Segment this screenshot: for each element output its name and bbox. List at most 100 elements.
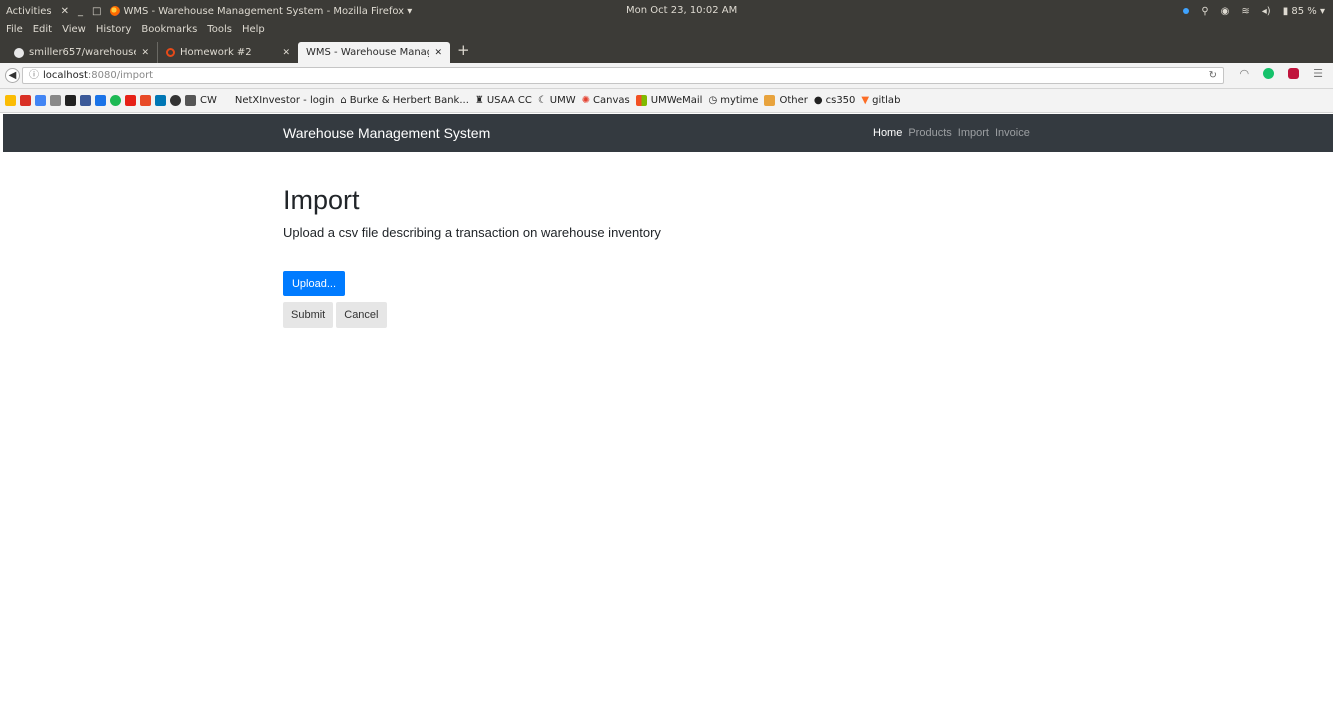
close-tab-icon[interactable]: ✕ bbox=[282, 48, 290, 58]
menu-view[interactable]: View bbox=[62, 24, 86, 35]
clock[interactable]: Mon Oct 23, 10:02 AM bbox=[626, 0, 737, 22]
cancel-button[interactable]: Cancel bbox=[336, 302, 387, 328]
bookmark-cw[interactable]: CW bbox=[200, 95, 217, 106]
bookmark-label: Canvas bbox=[593, 95, 630, 106]
menu-help[interactable]: Help bbox=[242, 24, 265, 35]
info-icon[interactable]: ⓘ bbox=[29, 70, 39, 81]
close-tab-icon[interactable]: ✕ bbox=[141, 48, 149, 58]
activities-button[interactable]: Activities bbox=[6, 6, 52, 17]
page-title: Import bbox=[283, 185, 360, 215]
youtube-icon[interactable] bbox=[125, 95, 136, 106]
bookmark-label: Other bbox=[779, 95, 808, 106]
bookmark-usaa[interactable]: ♜ USAA CC bbox=[475, 95, 532, 106]
bookmark-icon[interactable] bbox=[50, 95, 61, 106]
loading-icon bbox=[166, 48, 175, 57]
battery-icon: ▮ bbox=[1282, 5, 1289, 17]
bookmark-icon[interactable] bbox=[140, 95, 151, 106]
nav-home[interactable]: Home bbox=[873, 114, 902, 152]
bookmarks-toolbar: CW NetXInvestor - login ⌂ Burke & Herbert… bbox=[0, 89, 1333, 113]
close-tab-icon[interactable]: ✕ bbox=[434, 48, 442, 58]
menu-bookmarks[interactable]: Bookmarks bbox=[141, 24, 197, 35]
amazon-icon[interactable] bbox=[65, 95, 76, 106]
bank-icon: ⌂ bbox=[340, 95, 347, 106]
umw-icon: ☾ bbox=[537, 95, 547, 106]
github-icon[interactable] bbox=[170, 95, 181, 106]
menu-file[interactable]: File bbox=[6, 24, 23, 35]
bookmark-label: Burke & Herbert Bank... bbox=[349, 95, 469, 106]
tab-label: WMS - Warehouse Manage bbox=[306, 47, 430, 58]
window-maximize-icon[interactable]: □ bbox=[92, 6, 101, 17]
bookmark-other[interactable]: Other bbox=[764, 95, 808, 106]
bookmark-cs350[interactable]: ● cs350 bbox=[814, 95, 856, 106]
bookmark-burke-herbert[interactable]: ⌂ Burke & Herbert Bank... bbox=[340, 95, 469, 106]
bookmark-gitlab[interactable]: ▼ gitlab bbox=[861, 95, 900, 106]
bookmark-umw[interactable]: ☾ UMW bbox=[538, 95, 576, 106]
menu-bar: File Edit View History Bookmarks Tools H… bbox=[0, 22, 1333, 37]
bookmark-netxinvestor[interactable]: NetXInvestor - login bbox=[235, 95, 334, 106]
gmail-icon[interactable] bbox=[20, 95, 31, 106]
system-top-bar: Activities ✕ _ □ WMS - Warehouse Managem… bbox=[0, 0, 1333, 22]
battery-text: 85 % bbox=[1291, 5, 1317, 17]
nav-products[interactable]: Products bbox=[908, 114, 951, 152]
bookmark-label: USAA CC bbox=[486, 95, 532, 106]
submit-button[interactable]: Submit bbox=[283, 302, 334, 328]
tab-homework[interactable]: Homework #2 ✕ bbox=[158, 42, 298, 63]
folder-icon bbox=[764, 95, 776, 106]
wifi-icon[interactable]: ≋ bbox=[1241, 6, 1249, 17]
spotify-icon[interactable] bbox=[110, 95, 121, 106]
accessibility-icon[interactable]: ◉ bbox=[1221, 6, 1230, 17]
url-bar[interactable]: ⓘ localhost:8080/import ↻ bbox=[22, 67, 1224, 84]
grammarly-icon[interactable] bbox=[1263, 68, 1275, 79]
bookmark-label: cs350 bbox=[825, 95, 856, 106]
tab-github-warehouse[interactable]: smiller657/warehouse ✕ bbox=[6, 42, 158, 63]
reload-icon[interactable]: ↻ bbox=[1209, 68, 1217, 83]
page-description: Upload a csv file describing a transacti… bbox=[283, 225, 661, 240]
site-navbar: Warehouse Management System Home Product… bbox=[3, 114, 1333, 152]
bookmark-label: gitlab bbox=[872, 95, 901, 106]
window-minimize-icon[interactable]: _ bbox=[78, 6, 83, 17]
url-path: :8080/import bbox=[87, 70, 154, 81]
facebook-icon[interactable] bbox=[80, 95, 91, 106]
menu-tools[interactable]: Tools bbox=[207, 24, 232, 35]
rss-icon[interactable]: ◠ bbox=[1240, 67, 1250, 80]
bookmark-label: UMWeMail bbox=[650, 95, 703, 106]
gitlab-icon: ▼ bbox=[861, 95, 870, 106]
github-icon bbox=[14, 47, 24, 58]
tab-label: Homework #2 bbox=[180, 47, 252, 58]
status-dot-icon[interactable] bbox=[1183, 8, 1190, 14]
linkedin-icon[interactable] bbox=[155, 95, 166, 106]
nav-import[interactable]: Import bbox=[958, 114, 989, 152]
menu-edit[interactable]: Edit bbox=[33, 24, 52, 35]
main-content: Import Upload a csv file describing a tr… bbox=[283, 185, 661, 328]
form-actions: Submit Cancel bbox=[283, 302, 387, 328]
menu-history[interactable]: History bbox=[96, 24, 132, 35]
microsoft-icon bbox=[635, 95, 647, 106]
calendar-icon[interactable] bbox=[35, 95, 46, 106]
canvas-icon: ✺ bbox=[581, 95, 591, 106]
firefox-icon bbox=[110, 5, 121, 16]
ublock-icon[interactable] bbox=[1288, 68, 1300, 79]
battery-indicator[interactable]: ▮ 85 % ▾ bbox=[1283, 6, 1325, 17]
browser-toolbar: ◀ ⓘ localhost:8080/import ↻ ◠ ☰ bbox=[0, 63, 1333, 89]
hamburger-menu-icon[interactable]: ☰ bbox=[1313, 67, 1323, 80]
bookmark-mytime[interactable]: ◷ mytime bbox=[708, 95, 758, 106]
upload-button[interactable]: Upload... bbox=[283, 271, 345, 296]
nav-invoice[interactable]: Invoice bbox=[995, 114, 1030, 152]
paypal-icon[interactable] bbox=[95, 95, 106, 106]
back-arrow-icon[interactable]: ◀ bbox=[5, 68, 20, 83]
tab-wms-active[interactable]: WMS - Warehouse Manage ✕ bbox=[298, 42, 450, 63]
bookmark-umwemail[interactable]: UMWeMail bbox=[635, 95, 703, 106]
bookmark-icon[interactable] bbox=[185, 95, 196, 106]
usaa-icon: ♜ bbox=[474, 95, 484, 106]
window-close-icon[interactable]: ✕ bbox=[61, 6, 69, 17]
new-tab-plus-icon[interactable]: + bbox=[457, 41, 470, 59]
tab-label: smiller657/warehouse bbox=[29, 47, 137, 58]
window-title[interactable]: WMS - Warehouse Management System - Mozi… bbox=[110, 5, 412, 17]
location-icon[interactable]: ⚲ bbox=[1201, 6, 1208, 17]
url-host: localhost bbox=[43, 70, 88, 81]
drive-icon[interactable] bbox=[5, 95, 16, 106]
brand-link[interactable]: Warehouse Management System bbox=[283, 114, 490, 152]
volume-icon[interactable]: ◂) bbox=[1262, 6, 1271, 17]
bookmark-canvas[interactable]: ✺ Canvas bbox=[582, 95, 630, 106]
tab-strip: smiller657/warehouse ✕ Homework #2 ✕ WMS… bbox=[0, 37, 1333, 63]
